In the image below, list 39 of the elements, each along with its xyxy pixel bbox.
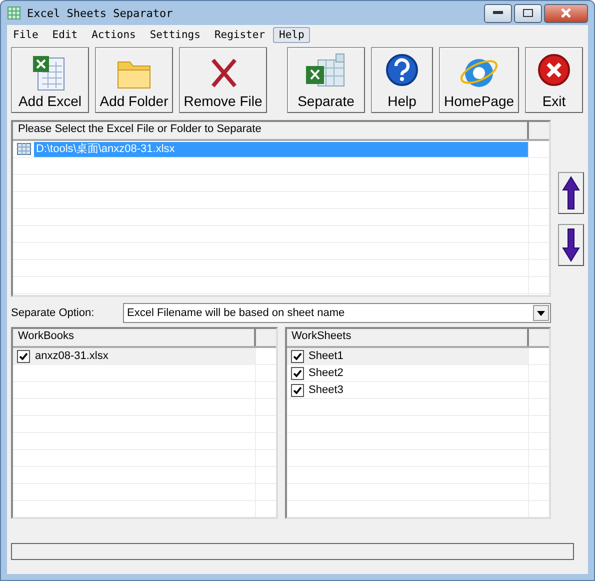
menu-item[interactable]: Settings (144, 27, 206, 43)
list-item[interactable]: Sheet3 (306, 382, 346, 398)
app-icon (7, 6, 21, 20)
move-up-button[interactable] (558, 172, 584, 214)
toolbar-button[interactable]: Help (371, 47, 433, 113)
toolbar-button[interactable]: Add Folder (95, 47, 173, 113)
toolbar-button[interactable]: Add Excel (11, 47, 89, 113)
checkbox[interactable] (17, 350, 30, 362)
option-dropdown[interactable]: Excel Filename will be based on sheet name (123, 303, 551, 323)
toolbar-button[interactable]: HomePage (439, 47, 519, 113)
column-header: WorkBooks (13, 329, 256, 346)
close-button[interactable] (544, 4, 588, 22)
list-item[interactable]: Sheet2 (306, 366, 346, 380)
option-label: Separate Option: (11, 307, 96, 319)
toolbar-button[interactable]: Separate (287, 47, 365, 113)
question-icon (384, 52, 420, 88)
caret-icon (537, 310, 545, 316)
file-icon (17, 143, 31, 155)
checkbox[interactable] (290, 384, 304, 396)
checkbox[interactable] (290, 350, 304, 362)
close-icon (561, 8, 571, 18)
list-item[interactable]: Sheet1 (306, 348, 346, 364)
toolbar-button[interactable]: Remove File (179, 47, 267, 113)
menu-item[interactable]: Actions (86, 27, 142, 43)
toolbar-button[interactable]: Exit (525, 47, 583, 113)
menu-item[interactable]: Edit (46, 27, 84, 43)
maximize-icon (523, 9, 533, 17)
column-header: WorkSheets (286, 329, 529, 346)
maximize-button[interactable] (514, 4, 542, 22)
column-header: Please Select the Excel File or Folder to Separate (13, 122, 529, 139)
menu-item[interactable]: Register (208, 27, 272, 43)
minimize-button[interactable] (484, 4, 512, 22)
close-icon (536, 52, 572, 88)
minimize-icon (493, 11, 503, 15)
checkbox[interactable] (290, 366, 304, 380)
menu-item[interactable]: File (7, 27, 44, 43)
move-down-button[interactable] (558, 224, 584, 266)
window-title: Excel Sheets Separator (27, 6, 174, 20)
menu-item[interactable]: Help (273, 27, 310, 43)
